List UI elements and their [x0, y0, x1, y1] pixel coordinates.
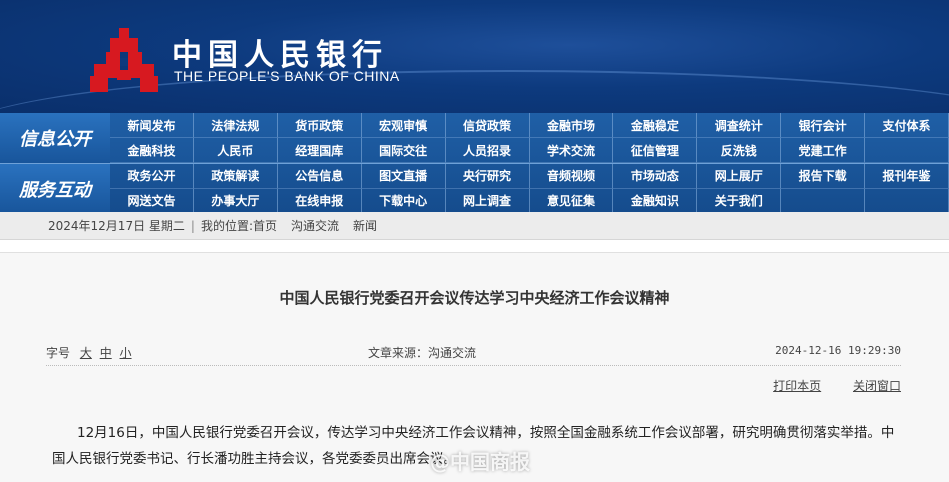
site-header: 中国人民银行 THE PEOPLE'S BANK OF CHINA — [0, 0, 949, 113]
nav-item[interactable]: 图文直播 — [361, 164, 446, 189]
article-title: 中国人民银行党委召开会议传达学习中央经济工作会议精神 — [279, 289, 670, 307]
nav-item[interactable]: 网上调查 — [445, 188, 530, 213]
article-actions: 打印本页 关闭窗口 — [745, 377, 901, 394]
current-date: 2024年12月17日 星期二 — [48, 219, 185, 233]
font-size-control: 字号 大 中 小 — [46, 344, 132, 361]
nav-item[interactable]: 调查统计 — [697, 113, 782, 138]
nav-item[interactable]: 下载中心 — [361, 188, 446, 213]
nav-section-title: 信息公开 — [0, 113, 110, 163]
print-page-link[interactable]: 打印本页 — [773, 379, 821, 393]
nav-item[interactable]: 党建工作 — [781, 138, 866, 163]
article-datetime: 2024-12-16 19:29:30 — [775, 344, 901, 357]
nav-item[interactable]: 金融稳定 — [613, 113, 698, 138]
article-source: 文章来源：沟通交流 — [368, 346, 477, 360]
nav-item[interactable]: 央行研究 — [445, 164, 530, 189]
nav-section-info: 信息公开 新闻发布 法律法规 货币政策 宏观审慎 信贷政策 金融市场 金融稳定 调查统计 银行会… — [0, 113, 949, 163]
nav-item[interactable]: 经理国库 — [277, 138, 362, 163]
nav-item[interactable]: 银行会计 — [781, 113, 866, 138]
nav-item[interactable]: 金融知识 — [613, 188, 698, 213]
nav-item[interactable]: 报刊年鉴 — [865, 164, 949, 189]
nav-item[interactable]: 支付体系 — [865, 113, 949, 138]
nav-item[interactable]: 宏观审慎 — [361, 113, 446, 138]
breadcrumb-communication[interactable]: 沟通交流 — [291, 217, 339, 234]
nav-item[interactable]: 意见征集 — [529, 188, 614, 213]
nav-item-empty — [781, 188, 866, 213]
close-window-link[interactable]: 关闭窗口 — [853, 379, 901, 393]
article-meta: 字号 大 中 小 文章来源：沟通交流 2024-12-16 19:29:30 — [46, 344, 901, 362]
pboc-logo-icon[interactable] — [88, 24, 160, 96]
breadcrumb: 2024年12月17日 星期二 | 我的位置: 首页 沟通交流 新闻 — [0, 212, 949, 240]
font-size-large[interactable]: 大 — [80, 346, 92, 360]
nav-item[interactable]: 公告信息 — [277, 164, 362, 189]
nav-item[interactable]: 音频视频 — [529, 164, 614, 189]
nav-item-empty — [865, 188, 949, 213]
nav-item[interactable]: 征信管理 — [613, 138, 698, 163]
nav-grid: 新闻发布 法律法规 货币政策 宏观审慎 信贷政策 金融市场 金融稳定 调查统计 银行会计 支付体系… — [110, 113, 949, 163]
nav-item[interactable]: 市场动态 — [613, 164, 698, 189]
nav-section-title: 服务互动 — [0, 164, 110, 213]
font-size-label: 字号 — [46, 346, 71, 360]
nav-item[interactable]: 国际交往 — [361, 138, 446, 163]
nav-item[interactable]: 法律法规 — [193, 113, 278, 138]
breadcrumb-news[interactable]: 新闻 — [353, 217, 377, 234]
nav-item[interactable]: 政务公开 — [110, 164, 194, 189]
nav-item[interactable]: 学术交流 — [529, 138, 614, 163]
nav-item[interactable]: 网上展厅 — [697, 164, 782, 189]
location-label: 我的位置: — [200, 219, 253, 233]
breadcrumb-home[interactable]: 首页 — [253, 217, 277, 234]
nav-item[interactable]: 人民币 — [193, 138, 278, 163]
font-size-small[interactable]: 小 — [120, 346, 132, 360]
nav-item[interactable]: 反洗钱 — [697, 138, 782, 163]
nav-item[interactable]: 关于我们 — [697, 188, 782, 213]
nav-item[interactable]: 信贷政策 — [445, 113, 530, 138]
font-size-medium[interactable]: 中 — [100, 346, 112, 360]
nav-grid: 政务公开 政策解读 公告信息 图文直播 央行研究 音频视频 市场动态 网上展厅 报告下载 报刊年鉴… — [110, 164, 949, 213]
nav-item[interactable]: 金融科技 — [110, 138, 194, 163]
nav-item[interactable]: 货币政策 — [277, 113, 362, 138]
nav-item[interactable]: 在线申报 — [277, 188, 362, 213]
nav-item[interactable]: 新闻发布 — [110, 113, 194, 138]
nav-item[interactable]: 金融市场 — [529, 113, 614, 138]
watermark: @中国商报 — [430, 450, 530, 474]
nav-item[interactable]: 网送文告 — [110, 188, 194, 213]
bank-name-english: THE PEOPLE'S BANK OF CHINA — [174, 68, 400, 84]
nav-item[interactable]: 办事大厅 — [193, 188, 278, 213]
divider: | — [190, 218, 195, 233]
nav-item[interactable]: 政策解读 — [193, 164, 278, 189]
nav-section-service: 服务互动 政务公开 政策解读 公告信息 图文直播 央行研究 音频视频 市场动态 网上展厅 报告下… — [0, 163, 949, 213]
nav-item[interactable]: 人员招录 — [445, 138, 530, 163]
nav-item[interactable]: 报告下载 — [781, 164, 866, 189]
nav-item-empty — [865, 138, 949, 163]
main-navigation: 信息公开 新闻发布 法律法规 货币政策 宏观审慎 信贷政策 金融市场 金融稳定 调查统计 银行会… — [0, 113, 949, 213]
article-panel: 中国人民银行党委召开会议传达学习中央经济工作会议精神 字号 大 中 小 文章来源… — [0, 252, 949, 482]
divider — [46, 365, 901, 366]
